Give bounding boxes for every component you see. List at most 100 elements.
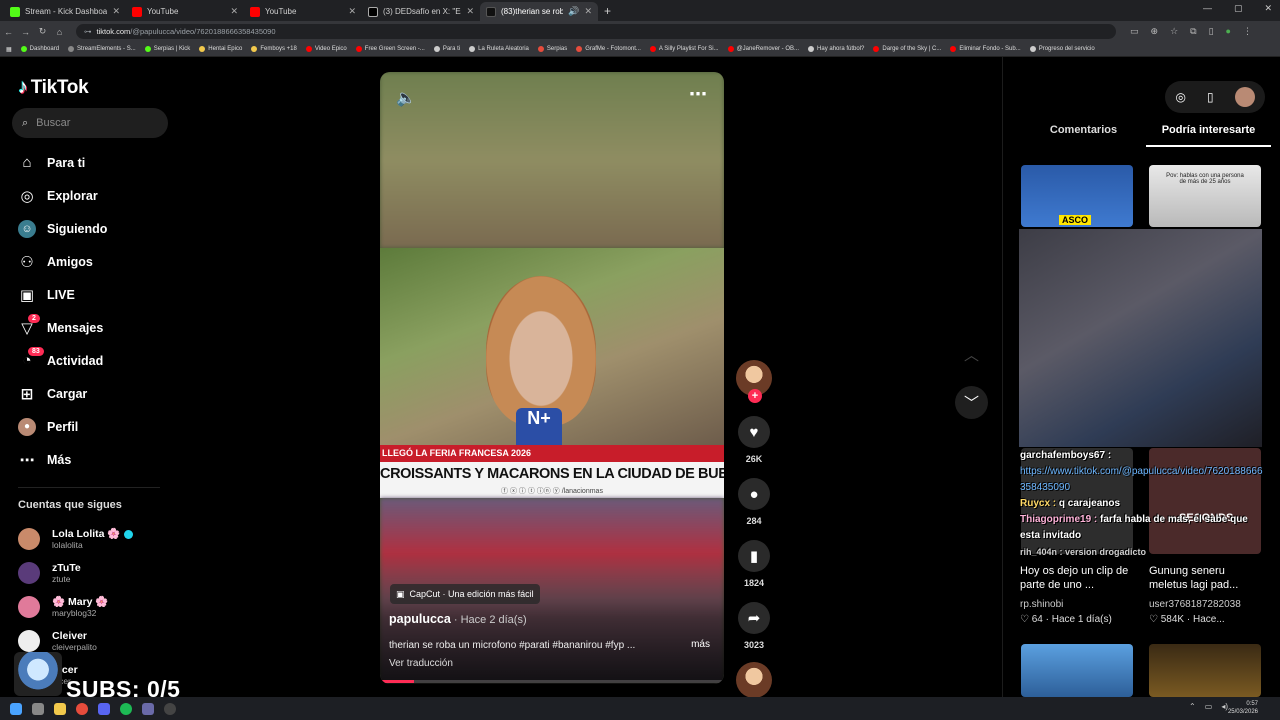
bookmark-item[interactable]: GrafMe - Fotomont... xyxy=(576,46,641,52)
cast-icon[interactable]: ▭ xyxy=(1130,26,1139,37)
bookmark-item[interactable]: Dashboard xyxy=(20,46,59,52)
search-taskbar-icon[interactable] xyxy=(32,702,44,715)
following-item[interactable]: Lola Lolita 🌸 lolalolita xyxy=(18,522,178,556)
speaker-icon[interactable]: 🔊 xyxy=(568,6,579,17)
recommended-thumb-1[interactable]: ASCO xyxy=(1021,165,1133,227)
url-input[interactable]: ⊶ tiktok.com/@papulucca/video/7620188666… xyxy=(76,24,1116,39)
share-icon[interactable]: ➦ xyxy=(738,602,770,634)
tab-kick-dashboard[interactable]: Stream - Kick Dashboard ✕ xyxy=(4,2,126,21)
more-options-icon[interactable]: ⋯ xyxy=(689,84,708,105)
recommended-caption-2[interactable]: Gunung seneru meletus lagi pad... xyxy=(1149,564,1264,592)
tiktok-logo[interactable]: ♪ TikTok xyxy=(18,76,89,99)
close-icon[interactable]: ✕ xyxy=(466,6,474,17)
extensions-icon[interactable]: ⧉ xyxy=(1190,26,1196,37)
windows-start-icon[interactable] xyxy=(10,702,22,715)
app-icon[interactable] xyxy=(142,702,154,715)
zoom-icon[interactable]: ⊕ xyxy=(1151,26,1159,37)
creator-avatar[interactable]: + xyxy=(736,360,772,403)
comment-action[interactable]: ● 284 xyxy=(734,478,774,526)
user-avatar[interactable] xyxy=(1234,87,1255,107)
sidebar-item-perfil[interactable]: ● Perfil xyxy=(18,410,168,443)
caption-more-link[interactable]: más xyxy=(691,639,710,650)
minimize-icon[interactable]: — xyxy=(1203,3,1212,14)
sound-disc-avatar[interactable] xyxy=(736,662,772,698)
chevron-down-icon[interactable]: ﹀ xyxy=(955,386,988,419)
bookmark-item[interactable]: StreamElements - S... xyxy=(68,46,136,52)
site-info-icon[interactable]: ⊶ xyxy=(84,27,92,36)
home-browser-icon[interactable]: ⌂ xyxy=(51,27,68,37)
device-icon[interactable]: ▯ xyxy=(1207,90,1214,104)
tab-youtube-2[interactable]: YouTube ✕ xyxy=(244,2,362,21)
capcut-badge[interactable]: ▣ CapCut · Una edición más fácil xyxy=(390,584,540,604)
bookmark-icon[interactable]: ▮ xyxy=(738,540,770,572)
following-item[interactable]: 🌸 Mary 🌸 maryblog32 xyxy=(18,590,178,624)
sidebar-item-live[interactable]: ▣ LIVE xyxy=(18,278,168,311)
recommended-thumb-2[interactable]: Pov: hablas con una persona de más de 25… xyxy=(1149,165,1261,227)
close-icon[interactable]: ✕ xyxy=(584,6,592,17)
recommended-caption-1[interactable]: Hoy os dejo un clip de parte de uno ... xyxy=(1020,564,1135,592)
network-icon[interactable]: ▭ xyxy=(1205,702,1213,711)
bookmark-item[interactable]: Eliminar Fondo - Sub... xyxy=(950,46,1021,52)
sidebar-item-explorar[interactable]: ◎ Explorar xyxy=(18,179,168,212)
recommended-thumb-6[interactable] xyxy=(1149,644,1261,697)
profile-browser-icon[interactable]: ● xyxy=(1226,26,1231,37)
reload-icon[interactable]: ↻ xyxy=(34,26,51,37)
new-tab-button[interactable]: + xyxy=(604,4,611,18)
bookmark-item[interactable]: Serpias | Kick xyxy=(144,46,190,52)
bookmark-item[interactable]: A Silly Playlist For Si... xyxy=(649,46,719,52)
chevron-up-icon[interactable]: ︿ xyxy=(955,338,988,371)
discord-icon[interactable] xyxy=(98,702,110,715)
tab-comentarios[interactable]: Comentarios xyxy=(1021,121,1146,147)
sidebar-item-cargar[interactable]: ⊞ Cargar xyxy=(18,377,168,410)
bookmark-item[interactable]: Hay ahora fútbol? xyxy=(808,46,864,52)
bookmark-item[interactable]: Serpias xyxy=(537,46,567,52)
tab-youtube-1[interactable]: YouTube ✕ xyxy=(126,2,244,21)
bookmark-item[interactable]: Progreso del servicio xyxy=(1029,46,1095,52)
heart-icon[interactable]: ♥ xyxy=(738,416,770,448)
menu-icon[interactable]: ⋮ xyxy=(1243,26,1252,37)
sidebar-item-mensajes[interactable]: ▽ 2 Mensajes xyxy=(18,311,168,344)
forward-icon[interactable]: → xyxy=(17,27,34,37)
video-progress-bar[interactable] xyxy=(380,680,724,683)
obs-icon[interactable] xyxy=(164,702,176,715)
comment-icon[interactable]: ● xyxy=(738,478,770,510)
follow-plus-icon[interactable]: + xyxy=(748,389,762,403)
sidebar-item-mas[interactable]: ⋯ Más xyxy=(18,443,168,476)
sidebar-item-amigos[interactable]: ⚇ Amigos xyxy=(18,245,168,278)
spotify-icon[interactable] xyxy=(120,702,132,715)
following-item[interactable]: zTuTe ztute xyxy=(18,556,178,590)
recommended-user-2[interactable]: user3768187282038 xyxy=(1149,599,1241,610)
search-input[interactable]: ⌕ Buscar xyxy=(12,108,168,138)
tray-chevron-icon[interactable]: ⌃ xyxy=(1189,702,1196,711)
sidebar-item-siguiendo[interactable]: ☺ Siguiendo xyxy=(18,212,168,245)
back-icon[interactable]: ← xyxy=(0,27,17,37)
bookmark-star-icon[interactable]: ☆ xyxy=(1170,26,1178,37)
bookmark-item[interactable]: Darge of the Sky | C... xyxy=(873,46,941,52)
bookmark-item[interactable]: Femboys +18 xyxy=(251,46,297,52)
sidebar-icon[interactable]: ▯ xyxy=(1209,26,1214,37)
file-explorer-icon[interactable] xyxy=(54,702,66,715)
close-icon[interactable]: ✕ xyxy=(112,6,120,17)
recommended-user-1[interactable]: rp.shinobi xyxy=(1020,599,1063,610)
video-author[interactable]: papulucca · Hace 2 día(s) xyxy=(389,612,527,626)
compass-icon[interactable]: ◎ xyxy=(1175,90,1185,104)
bookmark-item[interactable]: Para ti xyxy=(433,46,460,52)
translate-link[interactable]: Ver traducción xyxy=(389,658,453,669)
maximize-icon[interactable]: ▢ xyxy=(1234,3,1243,14)
video-player[interactable]: N+ LLEGÓ LA FERIA FRANCESA 2026 CROISSAN… xyxy=(380,72,724,684)
bookmark-item[interactable]: @JaneRemover - OB... xyxy=(727,46,799,52)
bookmark-item[interactable]: La Ruleta Aleatoria xyxy=(469,46,529,52)
tab-x-dedsafio[interactable]: (3) DEDsafío en X: "Estos serán✕ xyxy=(362,2,480,21)
tab-podria-interesarte[interactable]: Podría interesarte xyxy=(1146,121,1271,147)
sound-icon[interactable]: 🔈 xyxy=(396,88,416,108)
share-action[interactable]: ➦ 3023 xyxy=(734,602,774,650)
close-icon[interactable]: ✕ xyxy=(230,6,238,17)
sidebar-item-para-ti[interactable]: ⌂ Para ti xyxy=(18,146,168,179)
close-window-icon[interactable]: ✕ xyxy=(1264,3,1272,14)
close-icon[interactable]: ✕ xyxy=(348,6,356,17)
chrome-icon[interactable] xyxy=(76,702,88,715)
tab-tiktok-active[interactable]: (83)therian se roba un micró🔊✕ xyxy=(480,2,598,21)
system-clock[interactable]: 0:57 25/03/2026 xyxy=(1228,700,1258,716)
recommended-thumb-5[interactable] xyxy=(1021,644,1133,697)
like-action[interactable]: ♥ 26K xyxy=(734,416,774,464)
